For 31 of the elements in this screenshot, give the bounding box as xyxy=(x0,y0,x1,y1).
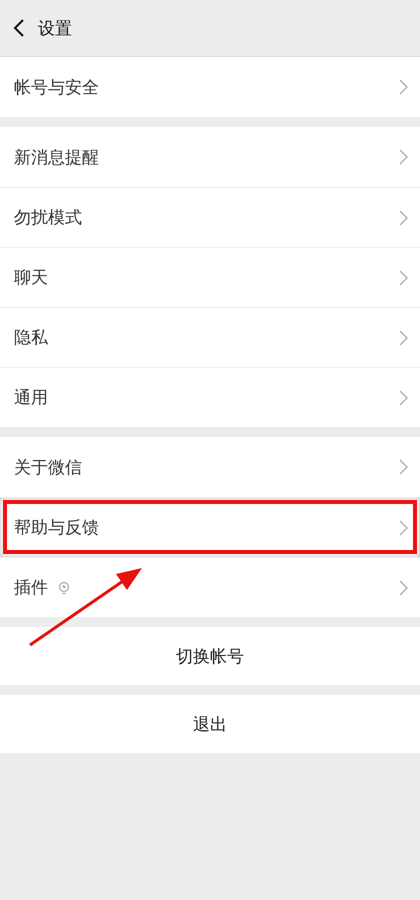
item-label: 隐私 xyxy=(14,327,48,349)
action-button[interactable]: 退出 xyxy=(0,695,420,753)
page-title: 设置 xyxy=(38,18,72,40)
settings-item[interactable]: 关于微信 xyxy=(0,437,420,497)
chevron-icon xyxy=(399,79,408,95)
item-label: 帐号与安全 xyxy=(14,76,99,98)
settings-item[interactable]: 帐号与安全 xyxy=(0,57,420,117)
chevron-icon xyxy=(399,580,408,596)
chevron-icon xyxy=(399,520,408,536)
chevron-icon xyxy=(399,210,408,226)
chevron-icon xyxy=(399,149,408,165)
settings-item[interactable]: 帮助与反馈 xyxy=(0,497,420,557)
chevron-icon xyxy=(399,330,408,346)
action-button[interactable]: 切换帐号 xyxy=(0,627,420,685)
item-label: 聊天 xyxy=(14,267,48,289)
item-label: 插件 xyxy=(14,577,48,599)
back-icon[interactable] xyxy=(12,18,26,38)
settings-item[interactable]: 隐私 xyxy=(0,307,420,367)
bulb-icon xyxy=(58,580,70,594)
settings-item[interactable]: 新消息提醒 xyxy=(0,127,420,187)
item-label: 关于微信 xyxy=(14,456,82,478)
settings-item[interactable]: 聊天 xyxy=(0,247,420,307)
settings-item[interactable]: 勿扰模式 xyxy=(0,187,420,247)
chevron-icon xyxy=(399,390,408,406)
item-label: 帮助与反馈 xyxy=(14,517,99,539)
settings-item[interactable]: 通用 xyxy=(0,367,420,427)
item-label: 勿扰模式 xyxy=(14,207,82,229)
chevron-icon xyxy=(399,270,408,286)
chevron-icon xyxy=(399,459,408,475)
item-label: 新消息提醒 xyxy=(14,146,99,168)
item-label: 通用 xyxy=(14,387,48,409)
